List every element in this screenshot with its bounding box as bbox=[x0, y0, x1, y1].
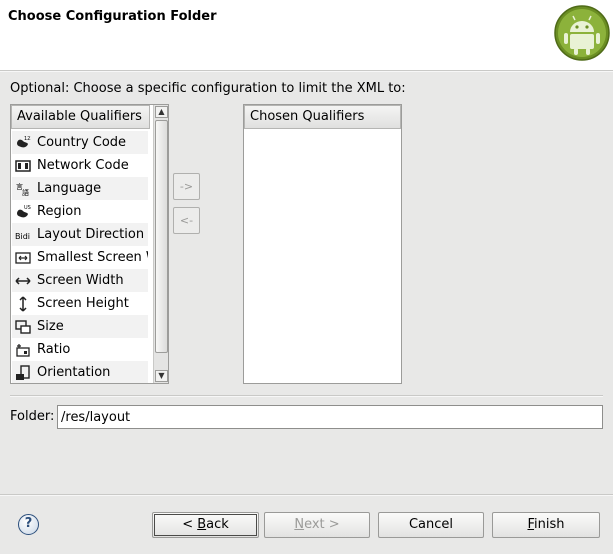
dialog-header: Choose Configuration Folder bbox=[0, 0, 613, 70]
scroll-thumb[interactable] bbox=[155, 120, 168, 353]
help-icon[interactable]: ? bbox=[18, 514, 39, 535]
list-item[interactable]: Bidi Layout Direction bbox=[12, 223, 148, 246]
list-item-label: Country Code bbox=[37, 135, 127, 150]
finish-button-label: inish bbox=[534, 517, 565, 532]
list-item-label: Smallest Screen Width bbox=[37, 250, 148, 265]
list-item[interactable]: Ratio bbox=[12, 338, 148, 361]
folder-label: Folder: bbox=[10, 409, 55, 424]
header-separator bbox=[0, 70, 613, 72]
chosen-qualifiers-header: Chosen Qualifiers bbox=[244, 105, 401, 129]
list-item[interactable]: US Region bbox=[12, 200, 148, 223]
next-button-mnemonic: N bbox=[294, 517, 305, 532]
network-code-icon bbox=[15, 159, 31, 172]
layout-direction-icon: Bidi bbox=[15, 232, 30, 241]
svg-text:123: 123 bbox=[24, 136, 31, 142]
list-item-label: Screen Height bbox=[37, 296, 129, 311]
list-item-label: Screen Width bbox=[37, 273, 124, 288]
available-qualifiers-header: Available Qualifiers bbox=[11, 105, 150, 129]
back-button-label: ack bbox=[206, 517, 229, 532]
instruction-label: Optional: Choose a specific configuratio… bbox=[10, 81, 406, 96]
list-item[interactable]: 123 Country Code bbox=[12, 131, 148, 154]
dialog-title: Choose Configuration Folder bbox=[8, 9, 217, 24]
folder-separator bbox=[10, 395, 603, 397]
list-item-label: Layout Direction bbox=[37, 227, 145, 242]
svg-text:Bidi: Bidi bbox=[15, 232, 30, 241]
smallest-screen-width-icon bbox=[15, 251, 31, 264]
finish-button[interactable]: Finish bbox=[492, 512, 600, 538]
add-qualifier-button[interactable]: -> bbox=[173, 173, 200, 200]
language-icon: 言語 bbox=[16, 182, 29, 197]
back-button-prefix: < bbox=[182, 517, 198, 532]
size-icon bbox=[15, 319, 31, 334]
list-item[interactable]: Smallest Screen Width bbox=[12, 246, 148, 269]
list-item[interactable]: Network Code bbox=[12, 154, 148, 177]
next-button-label: ext > bbox=[304, 517, 340, 532]
country-code-icon: 123 bbox=[17, 136, 31, 147]
list-item-label: Language bbox=[37, 181, 102, 196]
screen-height-icon bbox=[19, 295, 27, 312]
list-item-label: Region bbox=[37, 204, 82, 219]
back-button-mnemonic: B bbox=[197, 517, 207, 532]
svg-text:語: 語 bbox=[22, 188, 29, 197]
folder-input[interactable] bbox=[57, 405, 603, 429]
remove-qualifier-button[interactable]: <- bbox=[173, 207, 200, 234]
available-qualifiers-rows: 123 Country Code Network Code 言語 Languag… bbox=[12, 131, 148, 383]
list-item[interactable]: 言語 Language bbox=[12, 177, 148, 200]
list-item[interactable]: Screen Height bbox=[12, 292, 148, 315]
list-item[interactable]: Screen Width bbox=[12, 269, 148, 292]
cancel-button[interactable]: Cancel bbox=[378, 512, 484, 538]
back-button[interactable]: < Back bbox=[152, 512, 259, 538]
svg-text:US: US bbox=[24, 205, 31, 211]
ratio-icon bbox=[16, 343, 30, 357]
list-item[interactable]: Size bbox=[12, 315, 148, 338]
list-item-label: Size bbox=[37, 319, 64, 334]
button-bar-separator bbox=[0, 494, 613, 496]
list-item-label: Network Code bbox=[37, 158, 129, 173]
list-item[interactable]: Orientation bbox=[12, 361, 148, 383]
orientation-icon bbox=[16, 364, 30, 380]
android-logo-icon bbox=[554, 5, 610, 61]
available-qualifiers-list[interactable]: Available Qualifiers 123 Country Code Ne… bbox=[10, 104, 169, 384]
list-item-label: Orientation bbox=[37, 365, 111, 380]
region-icon: US bbox=[17, 205, 31, 217]
list-item-label: Ratio bbox=[37, 342, 71, 357]
available-qualifiers-scrollbar[interactable]: ▲ ▼ bbox=[153, 105, 168, 383]
scroll-down-button[interactable]: ▼ bbox=[155, 370, 168, 382]
screen-width-icon bbox=[15, 276, 31, 285]
scroll-up-button[interactable]: ▲ bbox=[155, 106, 168, 118]
next-button[interactable]: Next > bbox=[264, 512, 370, 538]
chosen-qualifiers-list[interactable]: Chosen Qualifiers bbox=[243, 104, 402, 384]
